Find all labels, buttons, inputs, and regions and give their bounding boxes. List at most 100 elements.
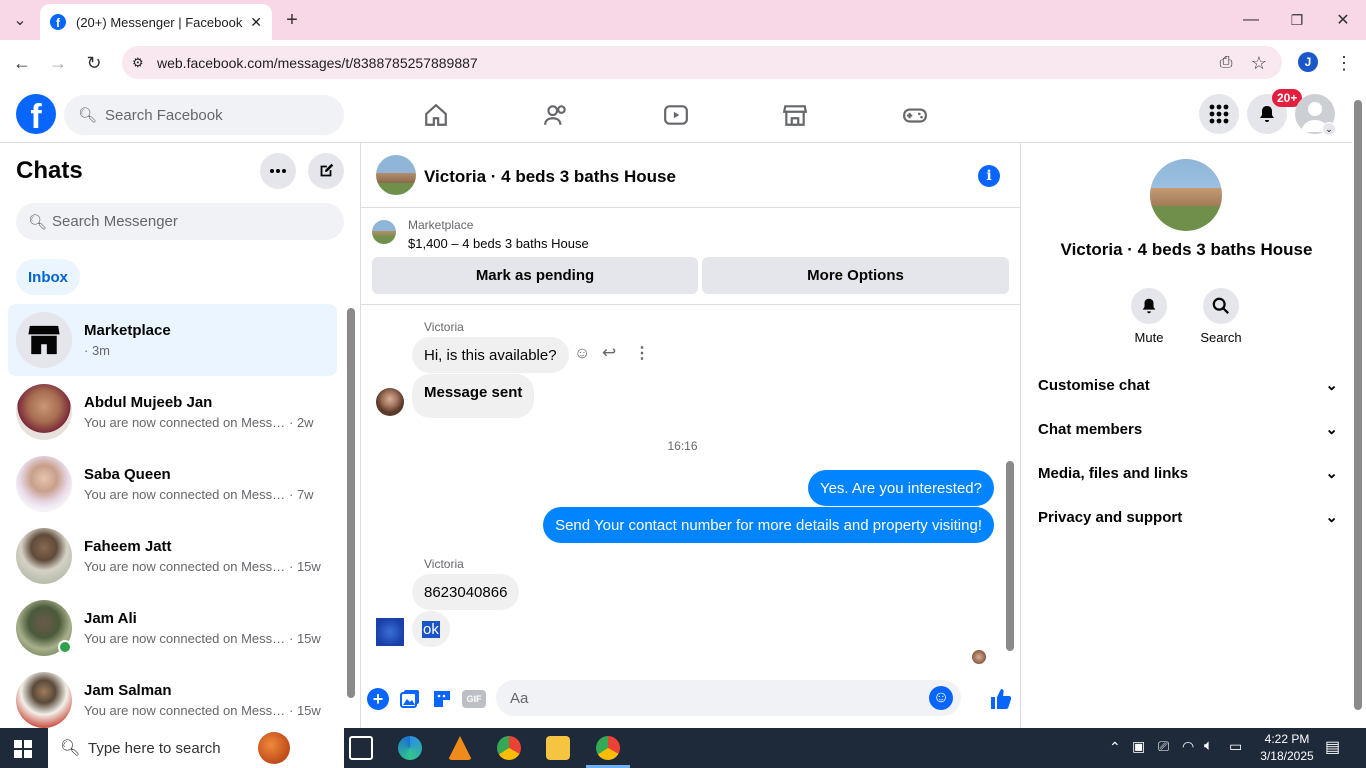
chat-time: · 15w: [289, 631, 321, 646]
chevron-down-icon: ⌄: [1325, 421, 1338, 438]
gif-icon[interactable]: GIF: [462, 690, 486, 708]
home-icon[interactable]: [416, 98, 456, 132]
url-text: web.facebook.com/messages/t/838878525788…: [157, 54, 478, 71]
tab-search-icon[interactable]: ⌄: [5, 5, 35, 35]
mute-button[interactable]: Mute: [1119, 288, 1179, 345]
incoming-message[interactable]: Hi, is this available?: [412, 337, 569, 373]
inbox-filter-tab[interactable]: Inbox: [16, 259, 80, 295]
search-in-conversation-button[interactable]: Search: [1191, 288, 1251, 345]
listing-price-title[interactable]: $1,400 – 4 beds 3 baths House: [408, 236, 589, 251]
conversation-scrollbar[interactable]: [1006, 461, 1014, 651]
address-bar-row: ← → ↻ ⚙ web.facebook.com/messages/t/8388…: [0, 40, 1366, 86]
chat-preview: You are now connected on Messen...: [84, 415, 289, 430]
wifi-icon[interactable]: ◠: [1182, 738, 1194, 755]
privacy-support-section[interactable]: Privacy and support ⌄: [1038, 502, 1338, 532]
conversation-title[interactable]: Victoria · 4 beds 3 baths House: [424, 167, 676, 187]
address-bar[interactable]: ⚙ web.facebook.com/messages/t/8388785257…: [122, 46, 1282, 79]
new-message-icon[interactable]: [308, 153, 344, 189]
info-icon[interactable]: i: [978, 165, 1000, 187]
vlc-icon[interactable]: [448, 736, 472, 760]
outgoing-message[interactable]: Send Your contact number for more detail…: [543, 507, 994, 543]
chat-row-jam-salman[interactable]: Jam Salman You are now connected on Mess…: [8, 664, 337, 736]
browser-profile-avatar[interactable]: J: [1298, 52, 1318, 72]
messenger-search-input[interactable]: 🔍︎ Search Messenger: [16, 203, 344, 240]
chat-row-saba-queen[interactable]: Saba Queen You are now connected on Mess…: [8, 448, 337, 520]
bookmark-star-icon[interactable]: ☆: [1244, 48, 1274, 78]
chat-row-marketplace[interactable]: Marketplace · 3m: [8, 304, 337, 376]
menu-grid-icon[interactable]: [1199, 94, 1239, 134]
mute-label: Mute: [1134, 330, 1164, 345]
edge-browser-icon[interactable]: [398, 736, 422, 760]
message-input[interactable]: Aa ☺: [496, 680, 961, 716]
chats-sidebar: Chats 🔍︎ Search Messenger Inbox Marketpl…: [0, 143, 361, 728]
avatar: [16, 456, 72, 512]
chats-title: Chats: [16, 157, 83, 184]
chat-row-abdul-mujeeb-jan[interactable]: Abdul Mujeeb Jan You are now connected o…: [8, 376, 337, 448]
notification-center-icon[interactable]: ▤: [1325, 737, 1340, 757]
listing-thumbnail[interactable]: [372, 220, 396, 244]
account-chevron-down-icon[interactable]: ⌄: [1322, 122, 1336, 136]
sidebar-scrollbar[interactable]: [347, 308, 355, 698]
gaming-icon[interactable]: [895, 98, 935, 132]
chat-name: Jam Ali: [84, 610, 137, 627]
more-options-button[interactable]: More Options: [702, 257, 1009, 294]
taskbar-search-box[interactable]: 🔍︎ Type here to search: [48, 728, 344, 768]
marketplace-icon[interactable]: [775, 98, 815, 132]
task-view-icon[interactable]: [349, 736, 373, 760]
search-icon: [1203, 288, 1239, 324]
browser-menu-icon[interactable]: ⋮: [1329, 48, 1359, 78]
install-app-icon[interactable]: ⎙: [1211, 48, 1241, 78]
friends-icon[interactable]: [536, 98, 576, 132]
network-monitor-icon[interactable]: ▣: [1132, 738, 1145, 755]
conversation-large-avatar[interactable]: [1150, 159, 1222, 231]
chat-members-section[interactable]: Chat members ⌄: [1038, 414, 1338, 444]
restore-icon[interactable]: ❐: [1282, 5, 1312, 35]
minimize-icon[interactable]: —: [1236, 5, 1266, 35]
incoming-message[interactable]: 8623040866: [412, 574, 520, 610]
reload-icon[interactable]: ↻: [79, 48, 109, 78]
show-hidden-icons-chevron-icon[interactable]: ⌃: [1109, 739, 1121, 756]
mark-as-pending-button[interactable]: Mark as pending: [372, 257, 698, 294]
message-sender-name: Victoria: [424, 320, 464, 334]
close-tab-icon[interactable]: ✕: [250, 14, 262, 31]
incoming-message[interactable]: ok: [412, 611, 450, 647]
chat-row-jam-ali[interactable]: Jam Ali You are now connected on Messe..…: [8, 592, 337, 664]
incoming-message[interactable]: Message sent: [412, 374, 535, 418]
thumbs-up-icon[interactable]: [988, 686, 1014, 712]
facebook-logo[interactable]: f: [16, 94, 56, 134]
chrome-active-icon[interactable]: [596, 736, 620, 760]
more-actions-plus-icon[interactable]: +: [367, 688, 389, 710]
site-info-icon[interactable]: ⚙: [132, 55, 144, 71]
file-explorer-icon[interactable]: [546, 736, 570, 760]
message-input-placeholder: Aa: [510, 689, 529, 707]
meet-now-icon[interactable]: ⎚: [1158, 738, 1169, 755]
chat-row-faheem-jatt[interactable]: Faheem Jatt You are now connected on Mes…: [8, 520, 337, 592]
sticker-icon[interactable]: [431, 688, 453, 710]
message-more-icon[interactable]: ⋮: [634, 343, 650, 363]
react-emoji-icon[interactable]: ☺: [574, 345, 590, 363]
forward-icon[interactable]: →: [43, 48, 73, 78]
facebook-search-input[interactable]: 🔍︎ Search Facebook: [64, 95, 344, 135]
new-tab-icon[interactable]: +: [277, 5, 307, 35]
close-window-icon[interactable]: ✕: [1328, 5, 1358, 35]
battery-icon[interactable]: ▭: [1229, 738, 1242, 755]
back-icon[interactable]: ←: [7, 48, 37, 78]
chrome-icon[interactable]: [497, 736, 521, 760]
windows-start-icon[interactable]: [14, 740, 32, 758]
system-clock[interactable]: 4:22 PM 3/18/2025: [1252, 731, 1322, 765]
windows-taskbar: 🔍︎ Type here to search ⌃ ▣ ⎚ ◠ 🔈︎ ▭ 4:22…: [0, 728, 1366, 768]
customise-chat-section[interactable]: Customise chat ⌄: [1038, 370, 1338, 400]
video-icon[interactable]: [656, 98, 696, 132]
browser-tab-strip: ⌄ f (20+) Messenger | Facebook ✕ + — ❐ ✕: [0, 0, 1366, 40]
conversation-avatar[interactable]: [376, 155, 416, 195]
volume-icon[interactable]: 🔈︎: [1204, 737, 1213, 754]
media-files-links-section[interactable]: Media, files and links ⌄: [1038, 458, 1338, 488]
reply-icon[interactable]: ↩: [602, 343, 616, 363]
photo-attach-icon[interactable]: [399, 688, 421, 710]
browser-tab[interactable]: f (20+) Messenger | Facebook ✕: [40, 4, 272, 40]
page-scrollbar[interactable]: [1354, 100, 1362, 710]
emoji-icon[interactable]: ☺: [929, 686, 953, 710]
outgoing-message[interactable]: Yes. Are you interested?: [807, 470, 994, 506]
more-options-icon[interactable]: [260, 153, 296, 189]
clock-time: 4:22 PM: [1264, 732, 1310, 746]
